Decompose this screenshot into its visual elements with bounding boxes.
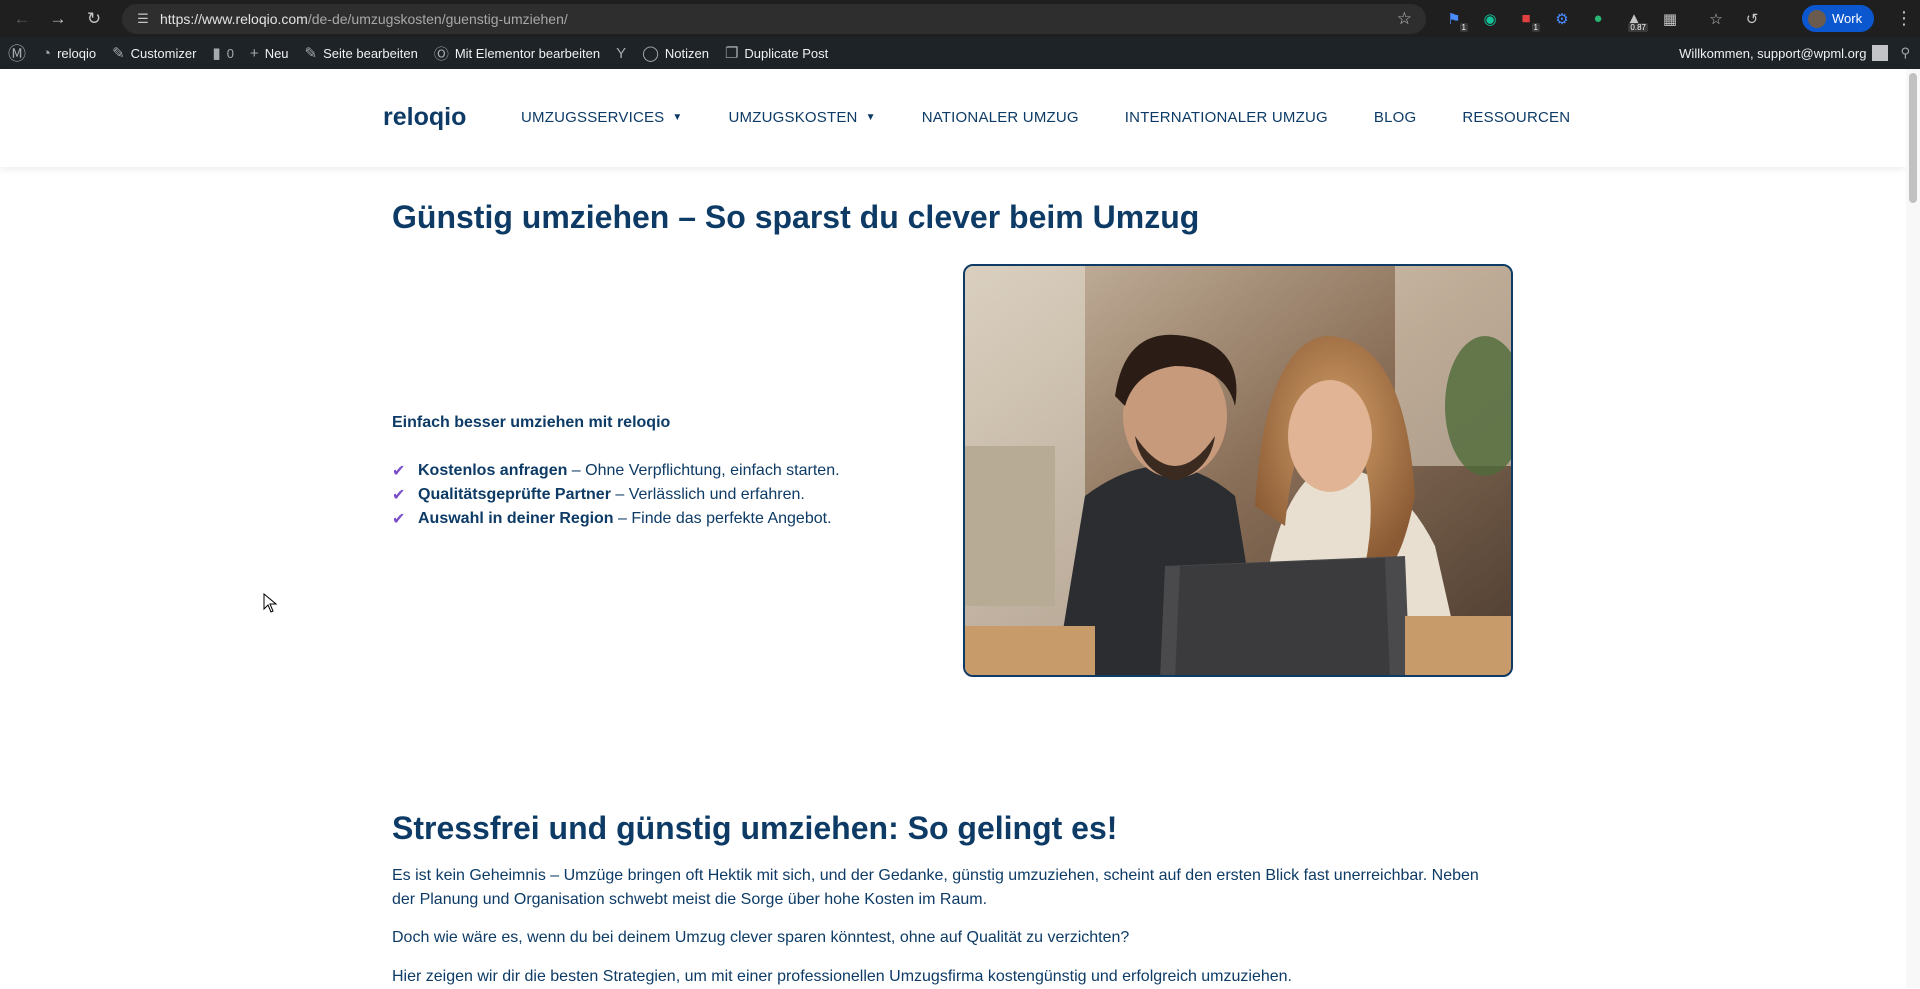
list-item: ✔ Kostenlos anfragen – Ohne Verpflichtung… (392, 462, 840, 480)
list-item: ✔ Qualitätsgeprüfte Partner – Verlässlich… (392, 486, 805, 504)
back-icon[interactable]: ← (4, 0, 40, 37)
browser-menu-icon[interactable]: ⋮ (1888, 0, 1920, 37)
extension-red-icon[interactable]: ■ 1 (1512, 5, 1540, 33)
site-header: reloqio UMZUGSSERVICES ▼ UMZUGSKOSTEN ▼ NA… (0, 69, 1906, 167)
yoast-icon[interactable]: Y (608, 37, 634, 69)
page-title: Günstig umziehen – So sparst du clever b… (392, 199, 1200, 235)
adminbar-notes[interactable]: ◯ Notizen (634, 37, 717, 69)
profile-avatar (1808, 9, 1826, 28)
browser-toolbar: ← → ↻ ☰ https://www.reloqio.com/de-de/um… (0, 0, 1920, 37)
adminbar-duplicate[interactable]: ❐ Duplicate Post (717, 37, 836, 69)
menu-item-internationaler-umzug[interactable]: INTERNATIONALER UMZUG (1125, 109, 1328, 126)
check-icon: ✔ (392, 511, 406, 528)
section-title: Stressfrei und günstig umziehen: So geli… (392, 810, 1118, 846)
wordpress-logo-icon[interactable]: Ⓜ (0, 37, 34, 69)
adminbar-customizer[interactable]: ✎ Customizer (104, 37, 204, 69)
caret-down-icon: ▼ (865, 112, 876, 123)
mouse-cursor-icon (263, 593, 277, 613)
main-menu: UMZUGSSERVICES ▼ UMZUGSKOSTEN ▼ NATIONALER… (521, 109, 1616, 126)
extension-meter-icon[interactable]: ▲ 0.87 (1620, 5, 1648, 33)
bookmarks-icon[interactable]: ☆ (1702, 5, 1730, 33)
bookmark-star-icon[interactable]: ☆ (1397, 9, 1412, 29)
hero-intro: Einfach besser umziehen mit reloqio (392, 414, 671, 431)
grammarly-icon[interactable]: ◉ (1476, 5, 1504, 33)
history-icon[interactable]: ↺ (1738, 5, 1766, 33)
scrollbar-thumb[interactable] (1909, 73, 1917, 203)
pencil-icon: ✎ (304, 45, 318, 62)
check-icon: ✔ (392, 487, 406, 504)
url-text: https://www.reloqio.com/de-de/umzugskost… (160, 11, 568, 27)
profile-button[interactable]: Work (1802, 5, 1875, 32)
speech-bubble-icon: ◯ (642, 45, 659, 62)
extension-blue-icon[interactable]: ⚑ 1 (1440, 5, 1468, 33)
adminbar-site-name[interactable]: ◔ reloqio (34, 37, 104, 69)
site-logo[interactable]: reloqio (383, 103, 466, 132)
dashboard-icon: ◔ (42, 44, 52, 62)
check-icon: ✔ (392, 463, 406, 480)
page-scrollbar[interactable] (1906, 69, 1920, 988)
address-bar[interactable]: ☰ https://www.reloqio.com/de-de/umzugsko… (122, 4, 1426, 34)
duplicate-icon: ❐ (724, 45, 739, 62)
adminbar-elementor[interactable]: Ⓞ Mit Elementor bearbeiten (426, 37, 608, 69)
adminbar-new[interactable]: + Neu (242, 37, 297, 69)
caret-down-icon: ▼ (672, 112, 683, 123)
forward-icon[interactable]: → (40, 0, 76, 37)
comment-icon: ▮ (212, 45, 221, 62)
hero-photo (963, 264, 1513, 677)
extension-green-icon[interactable]: ● (1584, 5, 1612, 33)
brush-icon: ✎ (112, 45, 125, 62)
menu-item-blog[interactable]: BLOG (1374, 109, 1416, 126)
site-info-icon[interactable]: ☰ (128, 11, 158, 27)
list-item: ✔ Auswahl in deiner Region – Finde das pe… (392, 510, 832, 528)
wp-admin-bar: Ⓜ ◔ reloqio ✎ Customizer ▮ 0 + Neu ✎ Seite be… (0, 37, 1920, 69)
section-paragraph: Hier zeigen wir dir die besten Strategie… (392, 968, 1292, 985)
adminbar-edit-page[interactable]: ✎ Seite bearbeiten (297, 37, 426, 69)
adminbar-comments[interactable]: ▮ 0 (204, 37, 242, 69)
adminbar-account[interactable]: Willkommen, support@wpml.org (1671, 37, 1866, 69)
profile-label: Work (1832, 11, 1863, 26)
section-paragraph: Doch wie wäre es, wenn du bei deinem Umz… (392, 929, 1130, 946)
section-paragraph: Es ist kein Geheimnis – Umzüge bringen o… (392, 867, 1479, 908)
benefits-list: ✔ Kostenlos anfragen – Ohne Verpflichtung… (392, 459, 840, 531)
plus-icon: + (249, 44, 259, 62)
menu-item-ressourcen[interactable]: RESSOURCEN (1462, 109, 1570, 126)
adminbar-avatar (1872, 45, 1889, 61)
extensions-row: ⚑ 1 ◉ ■ 1 ⚙ ● ▲ 0.87 ▦ ☆ ↺ (1440, 0, 1766, 37)
reload-icon[interactable]: ↻ (76, 0, 112, 37)
menu-item-umzugsservices[interactable]: UMZUGSSERVICES ▼ (521, 109, 683, 126)
menu-item-nationaler-umzug[interactable]: NATIONALER UMZUG (922, 109, 1079, 126)
menu-item-umzugskosten[interactable]: UMZUGSKOSTEN ▼ (729, 109, 876, 126)
extension-settings-icon[interactable]: ⚙ (1548, 5, 1576, 33)
search-icon[interactable]: ⚲ (1900, 45, 1910, 61)
extensions-puzzle-icon[interactable]: ▦ (1656, 5, 1684, 33)
elementor-icon: Ⓞ (433, 45, 449, 63)
